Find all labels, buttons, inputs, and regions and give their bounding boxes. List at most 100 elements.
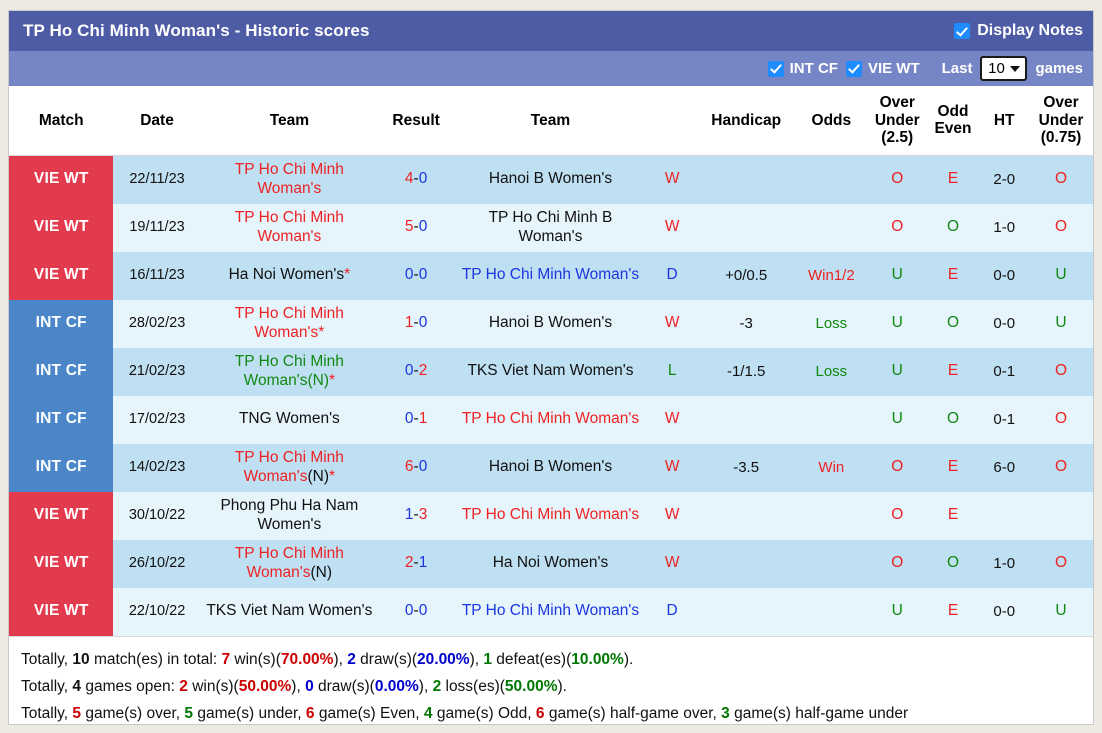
over-under-075: O	[1029, 203, 1093, 252]
page-title: TP Ho Chi Minh Woman's - Historic scores	[23, 21, 370, 40]
filter-vie-wt[interactable]: VIE WT	[845, 60, 920, 77]
over-under-25: O	[867, 443, 927, 492]
over-under-075-value: O	[1054, 554, 1068, 572]
score-home: 0	[404, 602, 414, 620]
match-result[interactable]: 4-0	[378, 155, 455, 204]
summary-text-part: game(s) under,	[193, 704, 306, 722]
odds-result: Win1/2	[794, 251, 868, 300]
match-date: 22/11/23	[113, 155, 201, 204]
odd-even: E	[926, 347, 980, 396]
match-result[interactable]: 2-1	[378, 539, 455, 588]
team-name: TP Ho Chi Minh Woman's	[234, 208, 344, 245]
half-time-score: 6-0	[979, 443, 1030, 492]
match-outcome: W	[646, 491, 698, 540]
ou25-line2: Under	[874, 111, 920, 129]
table-row[interactable]: INT CF 21/02/23 TP Ho Chi Minh Woman's(N)*…	[9, 347, 1093, 396]
away-team-cell[interactable]: TP Ho Chi Minh Woman's	[454, 587, 647, 636]
match-result[interactable]: 0-1	[378, 395, 455, 444]
team-name: TP Ho Chi Minh Woman's	[234, 304, 344, 341]
home-team-cell[interactable]: TP Ho Chi Minh Woman's(N)	[200, 539, 379, 588]
score-away: 0	[418, 602, 428, 620]
score-away: 0	[418, 266, 428, 284]
match-result[interactable]: 5-0	[378, 203, 455, 252]
over-under-25-value: O	[891, 506, 904, 524]
home-team-cell[interactable]: Phong Phu Ha Nam Women's	[200, 491, 379, 540]
summary-text-part: game(s) Even,	[314, 704, 424, 722]
over-under-25: U	[867, 251, 927, 300]
match-outcome: W	[646, 299, 698, 348]
score-home: 0	[404, 410, 414, 428]
table-row[interactable]: INT CF 17/02/23 TNG Women's 0-1 TP Ho Chi Mi…	[9, 395, 1093, 444]
table-row[interactable]: INT CF 28/02/23 TP Ho Chi Minh Woman's* 1-0…	[9, 299, 1093, 348]
match-outcome: D	[646, 251, 698, 300]
display-notes-toggle[interactable]: Display Notes	[954, 22, 1083, 40]
over-under-25-value: U	[891, 314, 903, 332]
odd-even-value: E	[947, 170, 959, 188]
table-row[interactable]: VIE WT 26/10/22 TP Ho Chi Minh Woman's(N) 2…	[9, 539, 1093, 588]
away-team-cell[interactable]: TP Ho Chi Minh B Woman's	[454, 203, 647, 252]
away-team-cell[interactable]: TP Ho Chi Minh Woman's	[454, 395, 647, 444]
competition-badge: INT CF	[9, 299, 114, 348]
table-row[interactable]: VIE WT 22/10/22 TKS Viet Nam Women's 0-0 TP …	[9, 587, 1093, 636]
away-team-cell[interactable]: TKS Viet Nam Women's	[454, 347, 647, 396]
competition-badge: VIE WT	[9, 203, 114, 252]
home-team-cell[interactable]: TP Ho Chi Minh Woman's(N)*	[200, 443, 379, 492]
odds-result: Loss	[794, 347, 868, 396]
games-count-value: 10	[988, 60, 1005, 77]
away-team-cell[interactable]: Hanoi B Women's	[454, 155, 647, 204]
home-team-cell[interactable]: TNG Women's	[200, 395, 379, 444]
vie-wt-checkbox[interactable]	[845, 60, 862, 77]
half-time-score-value: 2-0	[993, 170, 1016, 188]
home-team-cell[interactable]: TKS Viet Nam Women's	[200, 587, 379, 636]
home-team-cell[interactable]: TP Ho Chi Minh Woman's(N)*	[200, 347, 379, 396]
table-row[interactable]: VIE WT 16/11/23 Ha Noi Women's* 0-0 TP Ho Ch…	[9, 251, 1093, 300]
column-header-date: Date	[113, 86, 201, 156]
match-outcome: D	[646, 587, 698, 636]
summary-text-part: 10	[72, 650, 90, 668]
competition-badge: INT CF	[9, 395, 114, 444]
home-team-cell[interactable]: Ha Noi Women's*	[200, 251, 379, 300]
summary-footer: Totally, 10 match(es) in total: 7 win(s)…	[9, 635, 1093, 724]
table-row[interactable]: VIE WT 19/11/23 TP Ho Chi Minh Woman's 5-0 T…	[9, 203, 1093, 252]
summary-text-part: 50.00%	[504, 677, 558, 695]
odd-even: E	[926, 251, 980, 300]
competition-badge: VIE WT	[9, 155, 114, 204]
team-name: TKS Viet Nam Women's	[206, 602, 373, 620]
over-under-075	[1029, 491, 1093, 540]
away-team-cell[interactable]: Ha Noi Women's	[454, 539, 647, 588]
table-body: VIE WT 22/11/23 TP Ho Chi Minh Woman's 4-0 H…	[9, 155, 1093, 636]
int-cf-checkbox[interactable]	[767, 60, 784, 77]
match-outcome-value: D	[666, 266, 678, 284]
summary-line: Totally, 10 match(es) in total: 7 win(s)…	[21, 647, 1081, 674]
summary-text-part: 5	[72, 704, 82, 722]
table-row[interactable]: VIE WT 22/11/23 TP Ho Chi Minh Woman's 4-0 H…	[9, 155, 1093, 204]
odd-even: O	[926, 395, 980, 444]
games-count-select[interactable]: 10	[980, 56, 1028, 81]
table-row[interactable]: VIE WT 30/10/22 Phong Phu Ha Nam Women's 1-…	[9, 491, 1093, 540]
filter-int-cf[interactable]: INT CF	[767, 60, 838, 77]
away-team-cell[interactable]: Hanoi B Women's	[454, 299, 647, 348]
home-team-cell[interactable]: TP Ho Chi Minh Woman's	[200, 203, 379, 252]
match-result[interactable]: 1-0	[378, 299, 455, 348]
match-outcome-value: W	[664, 218, 680, 236]
match-outcome-value: W	[664, 554, 680, 572]
match-result[interactable]: 0-2	[378, 347, 455, 396]
away-team-cell[interactable]: Hanoi B Women's	[454, 443, 647, 492]
competition-badge: INT CF	[9, 443, 114, 492]
match-result[interactable]: 0-0	[378, 587, 455, 636]
match-result[interactable]: 6-0	[378, 443, 455, 492]
home-team-cell[interactable]: TP Ho Chi Minh Woman's	[200, 155, 379, 204]
team-name: Hanoi B Women's	[488, 458, 613, 476]
handicap-value-value: -3	[739, 314, 753, 332]
display-notes-checkbox[interactable]	[954, 23, 971, 39]
match-result[interactable]: 1-3	[378, 491, 455, 540]
oddeven-line1: Odd	[937, 102, 969, 120]
home-team-cell[interactable]: TP Ho Chi Minh Woman's*	[200, 299, 379, 348]
odds-result-value: Loss	[815, 314, 848, 332]
half-time-score: 0-1	[979, 395, 1030, 444]
away-team-cell[interactable]: TP Ho Chi Minh Woman's	[454, 251, 647, 300]
away-team-cell[interactable]: TP Ho Chi Minh Woman's	[454, 491, 647, 540]
match-outcome: W	[646, 443, 698, 492]
match-result[interactable]: 0-0	[378, 251, 455, 300]
table-row[interactable]: INT CF 14/02/23 TP Ho Chi Minh Woman's(N)*…	[9, 443, 1093, 492]
